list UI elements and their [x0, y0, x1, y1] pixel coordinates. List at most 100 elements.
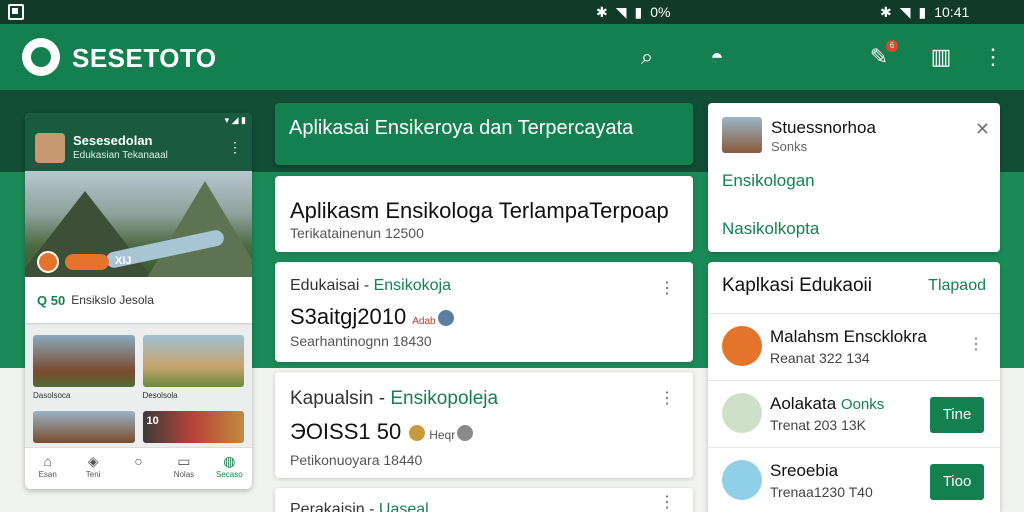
search-icon[interactable]: ⌕	[632, 42, 662, 72]
suggestion-card: Stuessnorhoa Sonks ✕ Ensikologan Nasikol…	[708, 103, 1000, 252]
card-subtitle: Searhantinognn 18430	[290, 333, 432, 349]
item-name: Sreoebia	[770, 461, 839, 480]
phone-bottom-nav: ⌂ Esan ◈ Teni ○ ▭ Nolas ◍ Secaso	[25, 447, 252, 489]
card-title: Aplikasm Ensikologa TerlampaTerpoap	[290, 198, 669, 223]
phone-preview: ▾ ◢ ▮ Sesesedolan Edukasian Tekanaaal ⋮ …	[25, 113, 252, 489]
notification-icon[interactable]: ✎ 6	[864, 40, 898, 72]
nav-label: Esan	[38, 470, 57, 479]
book-icon[interactable]: ▥	[926, 42, 956, 72]
category-icon[interactable]	[37, 251, 59, 273]
search-prefix: Q 50	[37, 292, 66, 308]
suggestion-link[interactable]: Nasikolkopta	[722, 219, 819, 239]
globe-icon	[437, 310, 454, 327]
phone-subtitle: Edukasian Tekanaaal	[73, 150, 168, 161]
mountain-shape	[145, 181, 252, 277]
clock: 10:41	[934, 4, 970, 20]
grid-tile[interactable]: Desolsola	[142, 335, 244, 403]
bluetooth-icon: ✱	[596, 4, 608, 20]
suggestion-link[interactable]: Ensikologan	[722, 171, 815, 191]
card-number: S3aitgj2010 Adab	[290, 304, 454, 330]
phone-search-bar[interactable]: Q 50 Ensikslo Jesola	[25, 277, 252, 323]
card-number: ЭOISS1 50 Heqr	[290, 419, 474, 445]
list-action-link[interactable]: Tlapaod	[928, 277, 986, 295]
avatar	[722, 393, 762, 433]
more-icon[interactable]: ⋮	[659, 492, 675, 512]
card-kicker: Perakaisin - Uaseal	[290, 501, 429, 512]
nav-tag[interactable]: ◈ Teni	[70, 448, 115, 489]
wifi-icon: ◥	[615, 4, 627, 20]
bluetooth-icon: ✱	[880, 4, 892, 20]
hero-image: XIJ	[25, 171, 252, 277]
hero-banner[interactable]: Aplikasai Ensikeroya dan Terpercayata	[275, 103, 693, 165]
leaf-icon: ◍	[223, 453, 236, 469]
profile-icon[interactable]: ◓	[702, 42, 732, 72]
screenshot-icon	[8, 4, 24, 20]
item-name: Aolakata Oonks	[770, 394, 884, 414]
avatar[interactable]	[35, 133, 65, 163]
item-subtitle: Trenat 203 13K	[770, 417, 866, 433]
nav-profile[interactable]: ◍ Secaso	[207, 448, 252, 489]
home-icon: ⌂	[43, 453, 52, 469]
kicker-text: Kapualsin -	[290, 388, 391, 409]
app-card[interactable]: Kapualsin - Ensikopoleja ЭOISS1 50 Heqr P…	[275, 372, 693, 478]
item-subtitle: Trenaa1230 T40	[770, 484, 873, 500]
nav-search[interactable]: ○	[116, 448, 161, 489]
notification-badge: 6	[886, 40, 898, 52]
kicker-green: Ensikopoleja	[390, 388, 499, 409]
more-icon[interactable]: ⋮	[659, 388, 675, 408]
item-action-button[interactable]: Tioo	[930, 464, 984, 500]
number-text: ЭOISS1 50	[290, 419, 402, 444]
kicker-text: Edukaisai -	[290, 277, 374, 294]
tile-image	[33, 335, 135, 387]
nav-library[interactable]: ▭ Nolas	[161, 448, 206, 489]
suggestion-thumbnail	[722, 117, 762, 153]
status-bar: ✱ ◥ ▮ 0% ✱ ◥ ▮ 10:41	[0, 0, 1024, 24]
category-list: Kaplkasi Edukaoii Tlapaod Malahsm Ensckl…	[708, 262, 1000, 512]
app-bar: SESETOTO ⌕ ◓ ✎ 6 ▥ ⋮	[0, 24, 1024, 90]
app-card[interactable]: Edukaisai - Ensikokoja S3aitgj2010 Adab S…	[275, 262, 693, 362]
nav-label: Secaso	[215, 470, 243, 479]
hero-label: XIJ	[115, 255, 132, 267]
coin-icon	[409, 425, 426, 442]
battery-icon: ▮	[918, 4, 927, 20]
category-chip[interactable]	[65, 254, 109, 270]
item-name-green: Oonks	[840, 396, 885, 413]
tile-image	[142, 335, 244, 387]
suggestion-subtitle: Sonks	[771, 139, 808, 154]
card-kicker: Edukaisai - Ensikokoja	[290, 277, 451, 295]
nav-home[interactable]: ⌂ Esan	[25, 448, 70, 489]
owl-icon	[457, 425, 474, 442]
grid-tile[interactable]	[33, 411, 135, 443]
tile-caption: Desolsola	[142, 391, 178, 400]
app-title: SESETOTO	[72, 43, 217, 73]
app-logo[interactable]	[22, 38, 60, 76]
grid-tile[interactable]: 10	[142, 411, 244, 443]
more-menu-icon[interactable]: ⋮	[978, 42, 1008, 72]
more-icon[interactable]: ⋮	[968, 334, 984, 354]
status-group-left: ✱ ◥ ▮ 0%	[596, 3, 670, 21]
phone-status-bar: ▾ ◢ ▮	[25, 113, 252, 127]
number-text: S3aitgj2010	[290, 304, 407, 329]
item-action-button[interactable]: Tine	[930, 397, 984, 433]
close-icon[interactable]: ✕	[975, 119, 990, 140]
kicker-green: Ensikokoja	[373, 277, 451, 294]
card-subtitle: Petikonuoyara 18440	[290, 452, 423, 468]
battery-level: 0%	[650, 4, 671, 20]
avatar	[722, 460, 762, 500]
list-item[interactable]: Malahsm Enscklokra Reanat 322 134 ⋮	[708, 314, 1000, 381]
more-icon[interactable]: ⋮	[228, 139, 242, 156]
app-card[interactable]: Aplikasm Ensikologa TerlampaTerpoap Teri…	[275, 176, 693, 252]
item-name-text: Aolakata	[770, 394, 837, 413]
phone-title: Sesesedolan	[73, 133, 153, 148]
list-item[interactable]: Aolakata Oonks Trenat 203 13K Tine	[708, 381, 1000, 448]
item-subtitle: Reanat 322 134	[770, 350, 870, 366]
nav-label: Teni	[85, 470, 101, 479]
kicker-text: Perakaisin -	[290, 501, 379, 512]
grid-tile[interactable]: Dasolsoca	[33, 335, 135, 403]
card-tag: Heqr	[429, 428, 456, 442]
app-card[interactable]: Perakaisin - Uaseal ⋮	[275, 488, 693, 512]
more-icon[interactable]: ⋮	[659, 278, 675, 298]
list-item[interactable]: Sreoebia Trenaa1230 T40 Tioo	[708, 448, 1000, 512]
phone-grid: Dasolsoca Desolsola 10	[33, 335, 244, 443]
status-group-right: ✱ ◥ ▮ 10:41	[880, 3, 969, 21]
